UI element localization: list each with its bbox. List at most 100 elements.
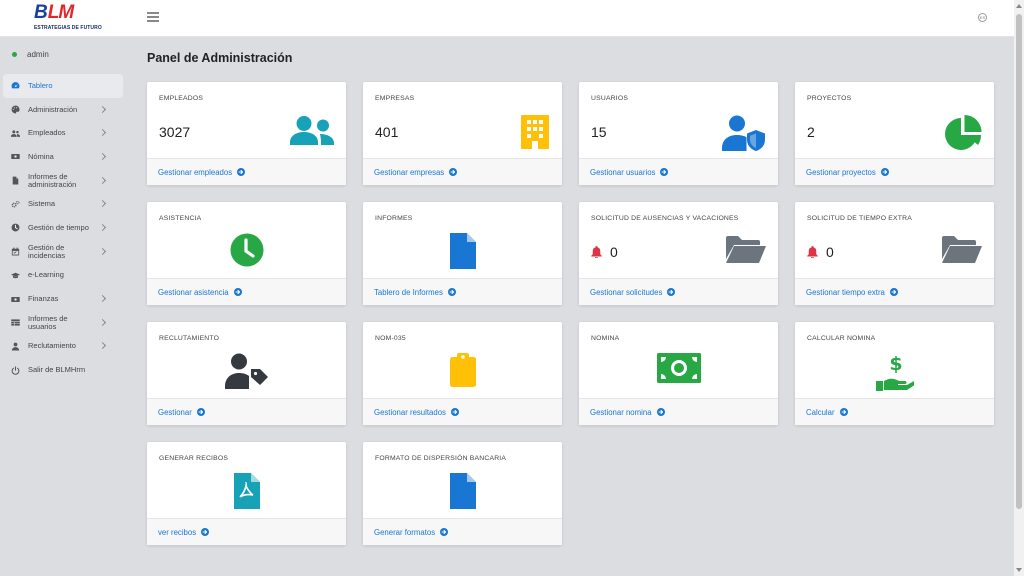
card-footer: ver recibos xyxy=(147,518,346,545)
chevron-right-icon xyxy=(98,247,107,255)
card-link[interactable]: Calcular xyxy=(806,408,848,417)
card-link[interactable]: Gestionar empresas xyxy=(374,168,458,177)
calendar-icon xyxy=(11,247,20,256)
sidebar-username: admin xyxy=(27,50,49,59)
card-link-label: Gestionar nomina xyxy=(590,407,652,417)
chevron-right-icon xyxy=(98,105,107,113)
card-link[interactable]: ver recibos xyxy=(158,528,210,537)
sidebar-item-label: Administración xyxy=(28,104,78,114)
sidebar-nav: Tablero Administración Empleados Nómina Info… xyxy=(3,74,123,382)
building-icon xyxy=(520,115,550,154)
card-footer: Tablero de Informes xyxy=(363,278,562,305)
arrow-circle-right-icon xyxy=(229,288,242,296)
card-title: USUARIOS xyxy=(591,95,629,102)
sidebar-item-10[interactable]: Informes de usuarios xyxy=(3,311,123,335)
file-pdf-icon xyxy=(233,473,261,514)
sidebar-item-label: Tablero xyxy=(28,80,53,90)
card-footer: Gestionar proyectos xyxy=(795,158,994,185)
card-link-label: Gestionar solicitudes xyxy=(590,287,663,297)
card-footer: Gestionar solicitudes xyxy=(579,278,778,305)
card-title: EMPRESAS xyxy=(375,95,415,102)
dashboard-card: SOLICITUD DE TIEMPO EXTRA 0 Gestionar tiem… xyxy=(795,202,994,305)
sidebar-item-0[interactable]: Tablero xyxy=(3,74,123,98)
sidebar-item-2[interactable]: Empleados xyxy=(3,121,123,145)
card-link[interactable]: Gestionar empleados xyxy=(158,167,246,177)
sidebar-item-label: Sistema xyxy=(28,199,56,209)
sidebar-item-6[interactable]: Gestión de tiempo xyxy=(3,216,123,240)
card-link-label: Gestionar asistencia xyxy=(158,287,229,297)
card-footer: Gestionar resultados xyxy=(363,398,562,425)
card-title: NOMINA xyxy=(591,335,620,342)
card-title: PROYECTOS xyxy=(807,95,852,102)
card-link[interactable]: Gestionar xyxy=(158,408,205,417)
users-icon xyxy=(290,115,334,152)
sidebar-item-label: Informes de administración xyxy=(28,171,77,189)
dashboard-card: USUARIOS 15 Gestionar usuarios xyxy=(579,82,778,185)
scroll-up-arrow[interactable] xyxy=(1016,4,1022,8)
dashboard-card: INFORMES Tablero de Informes xyxy=(363,202,562,305)
card-footer: Generar formatos xyxy=(363,518,562,545)
card-title: GENERAR RECIBOS xyxy=(159,455,229,462)
sidebar-item-11[interactable]: Reclutamiento xyxy=(3,335,123,359)
card-link-label: Generar formatos xyxy=(374,527,436,537)
card-value: 2 xyxy=(807,124,815,140)
vertical-scrollbar[interactable] xyxy=(1014,0,1024,576)
sidebar-item-9[interactable]: Finanzas xyxy=(3,287,123,311)
arrow-circle-right-icon xyxy=(655,168,669,176)
language-badge[interactable]: ES xyxy=(978,13,987,22)
sidebar-item-3[interactable]: Nómina xyxy=(3,145,123,169)
sidebar: admin Tablero Administración Empleados Nómi… xyxy=(0,38,128,576)
card-link[interactable]: Generar formatos xyxy=(374,527,449,537)
card-title: INFORMES xyxy=(375,215,413,222)
dashboard-card: RECLUTAMIENTO Gestionar xyxy=(147,322,346,425)
sidebar-item-label: Gestión de tiempo xyxy=(28,222,89,232)
card-link[interactable]: Gestionar tiempo extra xyxy=(806,288,898,297)
card-link[interactable]: Tablero de Informes xyxy=(374,288,456,297)
cogs-icon xyxy=(11,200,20,209)
card-link-label: Gestionar empleados xyxy=(158,167,233,177)
dashboard-card: ASISTENCIA Gestionar asistencia xyxy=(147,202,346,305)
card-link-label: Tablero de Informes xyxy=(374,287,443,297)
page-title: Panel de Administración xyxy=(147,51,293,65)
card-link[interactable]: Gestionar usuarios xyxy=(590,167,669,177)
card-link[interactable]: Gestionar resultados xyxy=(374,408,459,417)
sidebar-item-5[interactable]: Sistema xyxy=(3,192,123,216)
sidebar-item-12[interactable]: Salir de BLMHrm xyxy=(3,358,123,382)
dashboard-card: FORMATO DE DISPERSIÓN BANCARIA Generar fo… xyxy=(363,442,562,545)
clock-icon xyxy=(11,223,20,232)
sidebar-item-1[interactable]: Administración xyxy=(3,98,123,122)
chevron-right-icon xyxy=(98,176,107,184)
sidebar-item-4[interactable]: Informes de administración xyxy=(3,169,123,193)
card-link[interactable]: Gestionar nomina xyxy=(590,408,665,417)
card-title: RECLUTAMIENTO xyxy=(159,335,220,342)
card-link[interactable]: Gestionar solicitudes xyxy=(590,287,676,297)
card-footer: Gestionar nomina xyxy=(579,398,778,425)
card-footer: Gestionar asistencia xyxy=(147,278,346,305)
scrollbar-thumb[interactable] xyxy=(1016,14,1022,509)
scroll-down-arrow[interactable] xyxy=(1016,568,1022,572)
dashboard-card: CALCULAR NOMINA $ Calcular xyxy=(795,322,994,425)
menu-toggle-icon[interactable] xyxy=(147,12,159,22)
chevron-right-icon xyxy=(98,294,107,303)
card-title: SOLICITUD DE AUSENCIAS Y VACACIONES xyxy=(591,215,739,222)
arrow-circle-right-icon xyxy=(446,408,459,416)
card-value: 3027 xyxy=(159,124,191,140)
card-link-label: Gestionar usuarios xyxy=(590,167,656,177)
arrow-circle-right-icon xyxy=(835,408,848,416)
sidebar-item-label: Nómina xyxy=(28,151,54,161)
bell-icon xyxy=(807,246,826,258)
user-icon xyxy=(11,342,20,351)
arrow-circle-right-icon xyxy=(652,408,665,416)
card-link[interactable]: Gestionar proyectos xyxy=(806,168,889,177)
sidebar-user[interactable]: admin xyxy=(12,50,49,59)
card-link[interactable]: Gestionar asistencia xyxy=(158,288,242,297)
card-value: 401 xyxy=(375,124,399,140)
table-icon xyxy=(11,318,20,327)
sidebar-item-8[interactable]: e-Learning xyxy=(3,264,123,288)
online-status-dot xyxy=(12,52,17,57)
money-bill-icon xyxy=(656,353,701,388)
arrow-circle-right-icon xyxy=(876,168,889,176)
sidebar-item-7[interactable]: Gestión de incidencias xyxy=(3,240,123,264)
blm-logo[interactable]: B LM ESTRATEGIAS DE FUTURO xyxy=(34,3,102,34)
card-footer: Gestionar usuarios xyxy=(579,158,778,185)
